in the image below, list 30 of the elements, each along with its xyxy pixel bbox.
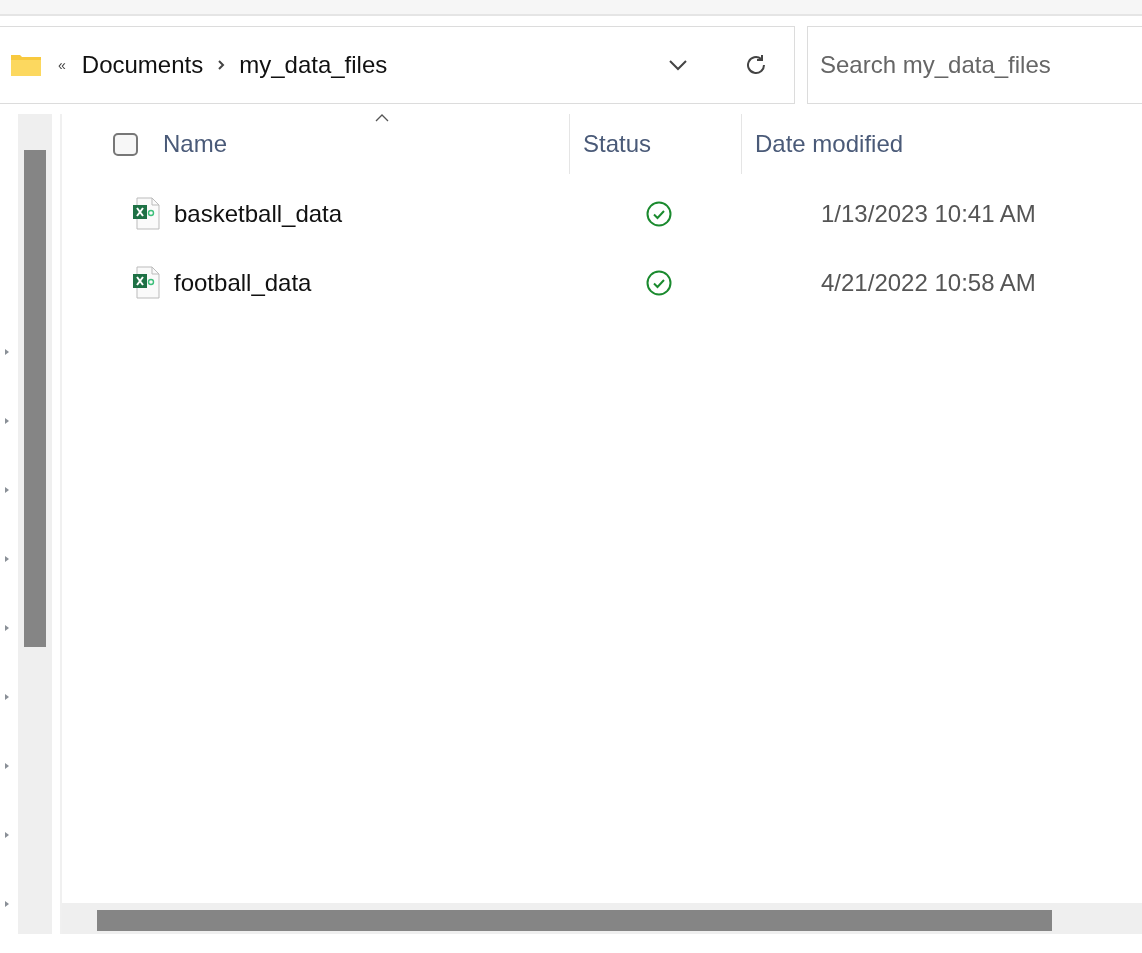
expand-icon[interactable] xyxy=(4,417,10,425)
scrollbar-thumb[interactable] xyxy=(24,150,46,647)
scrollbar-thumb[interactable] xyxy=(97,910,1052,931)
file-name[interactable]: basketball_data xyxy=(174,195,646,232)
dropdown-icon[interactable] xyxy=(668,59,688,71)
spreadsheet-file-icon xyxy=(132,197,160,230)
file-name[interactable]: football_data xyxy=(174,264,646,301)
expand-icon[interactable] xyxy=(4,762,10,770)
column-header[interactable]: Date modified xyxy=(755,126,904,162)
search-field[interactable]: Search my_data_files xyxy=(807,26,1142,104)
spreadsheet-file-icon xyxy=(132,266,160,299)
expand-icon[interactable] xyxy=(4,693,10,701)
address-bar[interactable]: « Documents my_data_files xyxy=(0,26,795,104)
expand-icon[interactable] xyxy=(4,831,10,839)
date-modified: 4/21/2022 10:58 AM xyxy=(821,267,1036,298)
breadcrumb-overflow[interactable]: « xyxy=(58,54,66,76)
expand-icon[interactable] xyxy=(4,348,10,356)
folder-icon xyxy=(10,53,42,77)
date-modified: 1/13/2023 10:41 AM xyxy=(821,198,1036,229)
breadcrumb-item[interactable]: Documents xyxy=(81,47,204,83)
expand-icon[interactable] xyxy=(4,624,10,632)
select-all-checkbox[interactable] xyxy=(113,132,138,156)
column-header[interactable]: Name xyxy=(163,126,228,162)
column-header[interactable]: Status xyxy=(583,126,652,162)
refresh-icon[interactable] xyxy=(744,53,768,77)
breadcrumb-item[interactable]: my_data_files xyxy=(239,47,388,83)
expand-icon[interactable] xyxy=(4,555,10,563)
expand-icon[interactable] xyxy=(4,900,10,908)
expand-icon[interactable] xyxy=(4,486,10,494)
chevron-right-icon xyxy=(217,59,226,71)
